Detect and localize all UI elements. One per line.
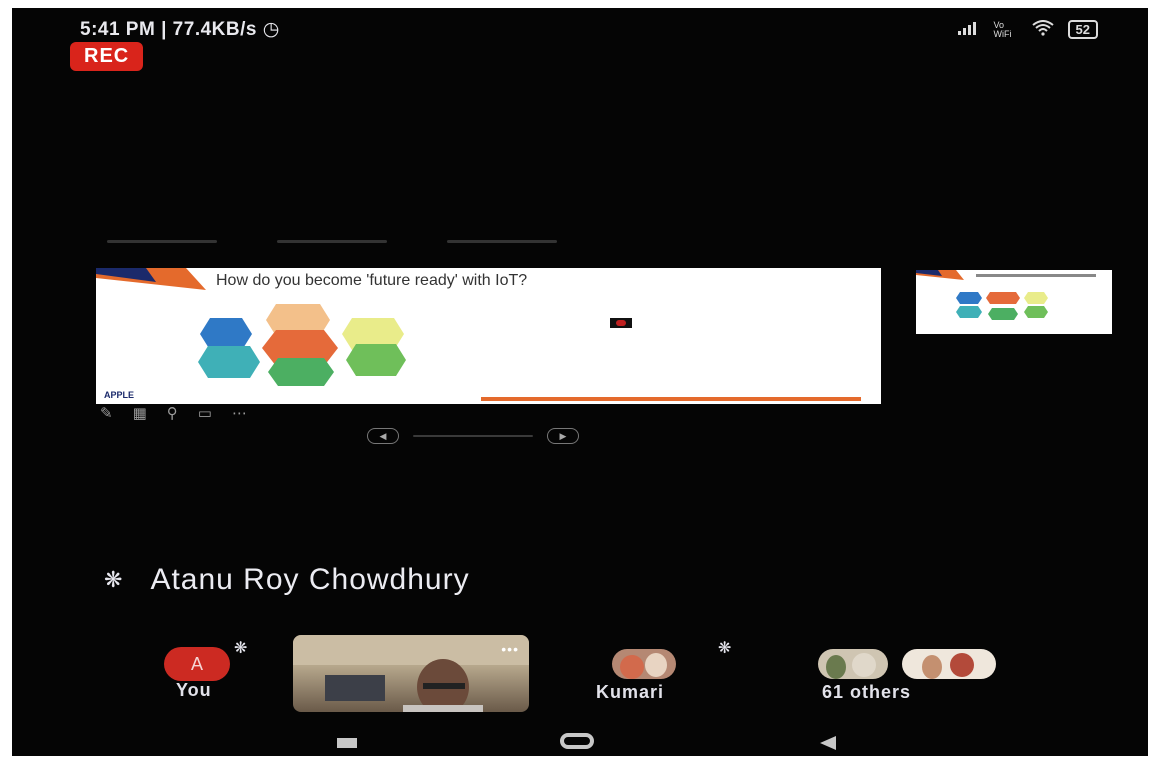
slide-navigation: ◀ ▶: [367, 428, 579, 444]
avatar-you[interactable]: A: [164, 647, 230, 681]
recording-badge: REC: [70, 42, 144, 71]
battery-indicator: 52: [1067, 20, 1098, 39]
slide-counter: [413, 435, 533, 437]
more-options-icon[interactable]: ⋯: [232, 404, 247, 422]
mic-off-icon: ❋: [104, 567, 123, 592]
header-tab-2: [277, 240, 387, 243]
previous-slide-button[interactable]: ◀: [367, 428, 399, 444]
slide-corner-graphic: [96, 268, 206, 290]
back-icon[interactable]: [820, 736, 836, 750]
next-slide-button[interactable]: ▶: [547, 428, 579, 444]
android-nav-bar: [12, 730, 1148, 756]
others-avatar-image-1: [818, 649, 888, 679]
wifi-icon: [1031, 20, 1054, 39]
hexagon-diagram: [198, 304, 406, 386]
kumari-avatar-image: [612, 649, 676, 679]
presenter-toolbar: ✎ ▦ ⚲ ▭ ⋯: [100, 404, 247, 422]
presenter-row: ❋ Atanu Roy Chowdhury: [104, 563, 470, 597]
participant-label-you: You: [176, 680, 212, 700]
zoom-icon[interactable]: ⚲: [167, 404, 178, 422]
shared-slide: How do you become 'future ready' with Io…: [96, 268, 881, 404]
participant-thumb-kumari[interactable]: [612, 649, 676, 679]
next-slide-preview[interactable]: [916, 270, 1112, 334]
slide-title: How do you become 'future ready' with Io…: [216, 272, 528, 289]
presenter-view-header: [107, 240, 557, 243]
participant-label-kumari: Kumari: [596, 682, 665, 702]
slides-grid-icon[interactable]: ▦: [133, 404, 147, 422]
vowifi-label: Vo WiFi: [993, 19, 1012, 39]
others-thumb-2[interactable]: [902, 649, 996, 679]
alarm-icon: ◷: [262, 19, 280, 40]
home-icon[interactable]: [560, 733, 594, 749]
recents-icon[interactable]: [337, 738, 357, 748]
laser-pointer-mark: [610, 318, 632, 328]
slide-footer-line: [481, 397, 861, 401]
presenter-name: Atanu Roy Chowdhury: [150, 563, 470, 596]
others-avatar-image-2: [902, 649, 996, 679]
next-slide-thumbnail: [916, 270, 1096, 320]
participant-video-tile[interactable]: •••: [293, 635, 529, 712]
pen-icon[interactable]: ✎: [100, 404, 113, 422]
slide-logo: APPLE: [104, 390, 135, 400]
status-time: 5:41 PM | 77.4KB/s ◷: [80, 18, 280, 41]
participant-label-others: 61 others: [822, 682, 912, 702]
header-tab-3: [447, 240, 557, 243]
others-thumb-1[interactable]: [818, 649, 888, 679]
screen-share-icon[interactable]: ▭: [198, 404, 212, 422]
meeting-screen: 5:41 PM | 77.4KB/s ◷ Vo WiFi 52 REC How …: [12, 8, 1148, 756]
video-feed: [293, 635, 529, 712]
header-tab-1: [107, 240, 217, 243]
status-time-text: 5:41 PM | 77.4KB/s: [80, 19, 257, 40]
signal-bars-icon: [957, 21, 980, 38]
video-more-options[interactable]: •••: [501, 641, 519, 657]
mic-off-icon: ❋: [234, 640, 248, 657]
status-indicators: Vo WiFi 52: [957, 19, 1098, 39]
mic-off-icon: ❋: [718, 640, 732, 657]
